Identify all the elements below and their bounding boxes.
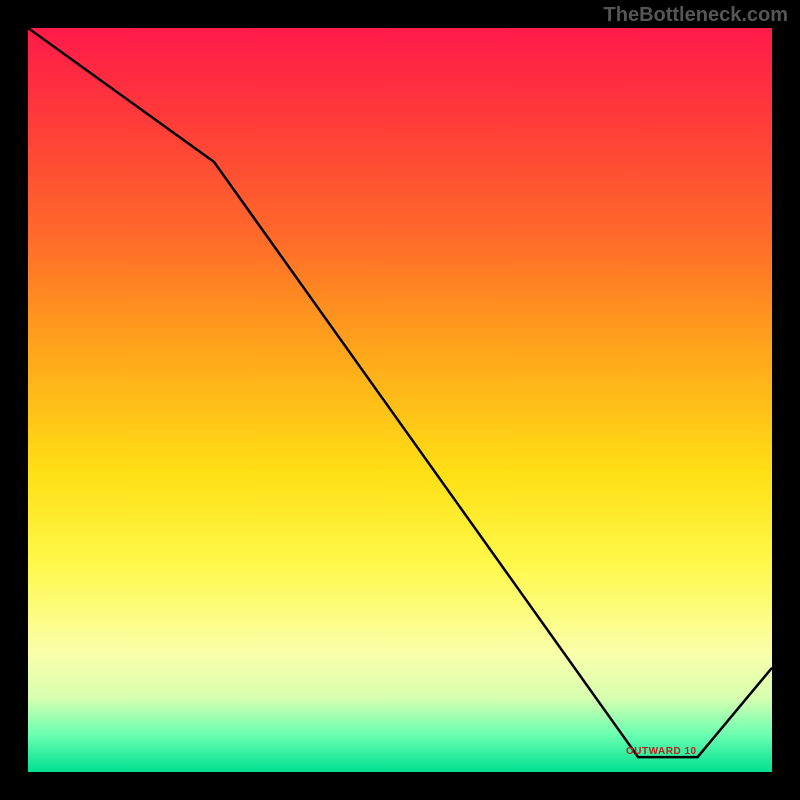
- attribution-text: TheBottleneck.com: [604, 4, 788, 27]
- bottleneck-curve: [28, 28, 772, 772]
- plot-area: OUTWARD 10: [28, 28, 772, 772]
- outward-annotation: OUTWARD 10: [626, 746, 697, 757]
